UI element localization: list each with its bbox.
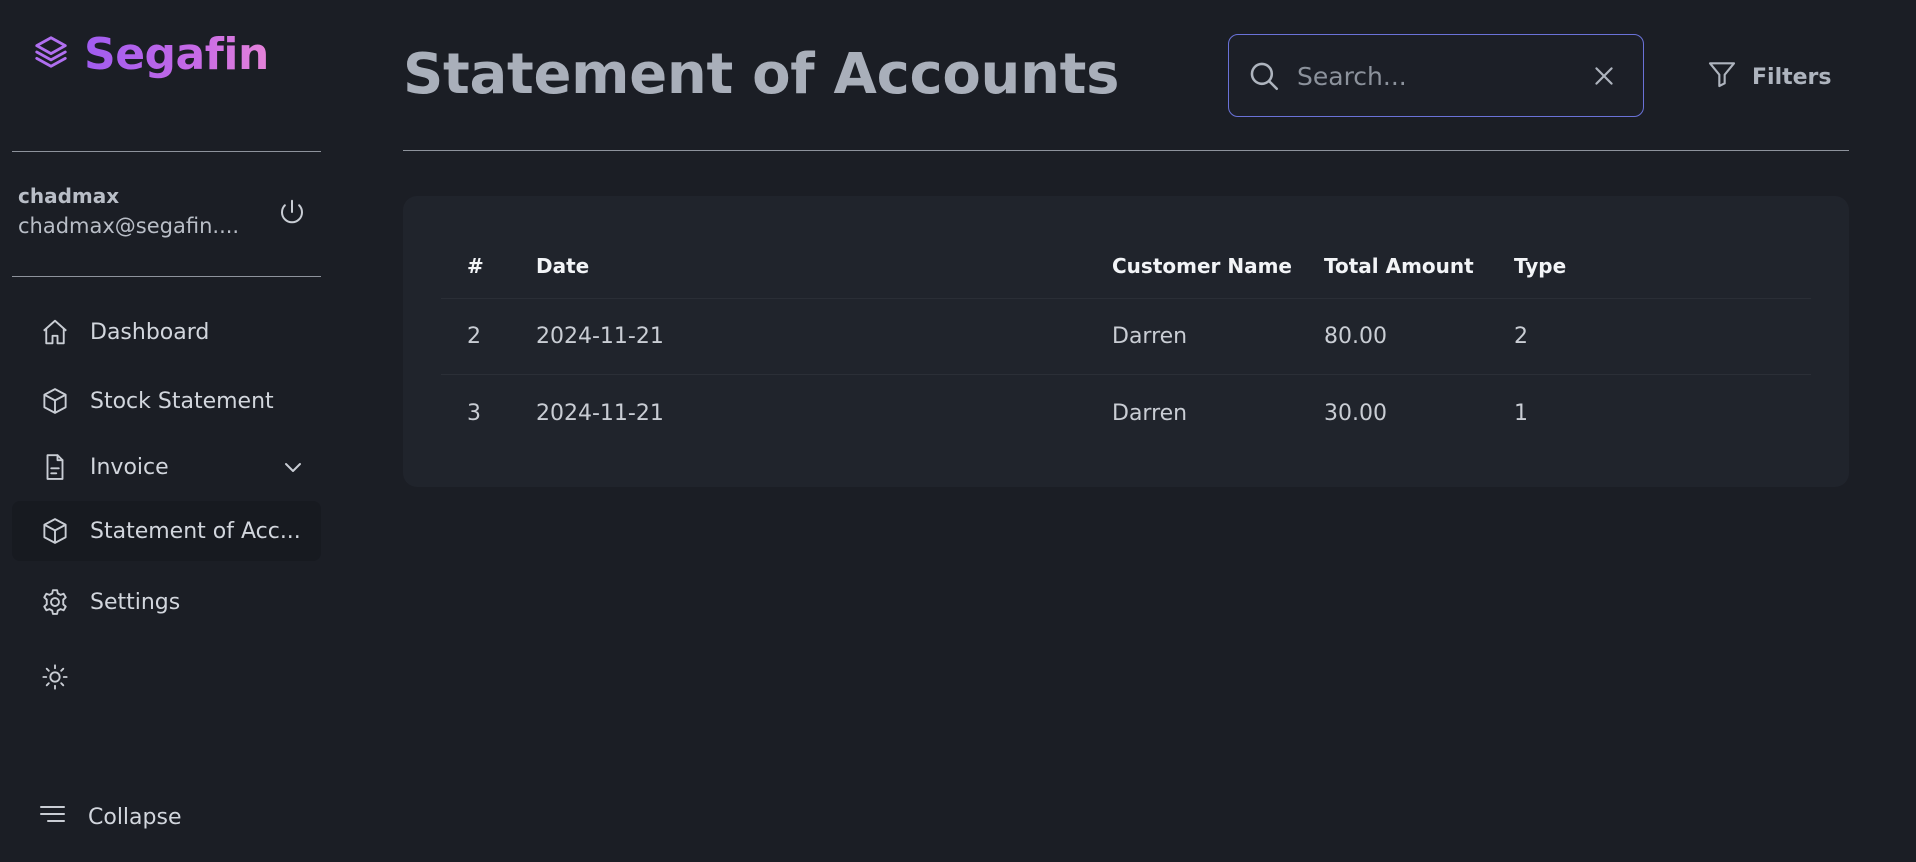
user-email: chadmax@segafin.... (18, 214, 240, 238)
theme-toggle[interactable] (12, 647, 321, 707)
chevron-down-icon[interactable] (281, 455, 305, 485)
sidebar-divider (12, 276, 321, 277)
search-box (1228, 34, 1644, 117)
file-icon (38, 450, 72, 484)
sidebar-item-statement-of-accounts[interactable]: Statement of Acc... (12, 501, 321, 561)
layers-icon (32, 33, 70, 75)
gear-icon (38, 585, 72, 619)
sidebar-item-label: Settings (90, 589, 181, 615)
column-header-number[interactable]: # (467, 234, 484, 298)
brand-logo[interactable]: Segafin (32, 26, 269, 82)
box-icon (38, 514, 72, 548)
page-title: Statement of Accounts (403, 42, 1120, 107)
sidebar: Segafin chadmax chadmax@segafin.... Dash… (0, 0, 332, 862)
table-row[interactable]: 3 2024-11-21 Darren 30.00 1 (441, 375, 1811, 451)
column-header-total-amount[interactable]: Total Amount (1324, 234, 1474, 298)
cell-type: 1 (1514, 400, 1528, 426)
collapse-button[interactable]: Collapse (38, 802, 182, 832)
logout-button[interactable] (274, 196, 310, 232)
cell-customer-name: Darren (1112, 324, 1188, 349)
column-header-customer-name[interactable]: Customer Name (1112, 234, 1292, 298)
column-header-date[interactable]: Date (536, 234, 589, 298)
sidebar-item-stock-statement[interactable]: Stock Statement (12, 371, 321, 431)
statement-table: # Date Customer Name Total Amount Type 2… (441, 234, 1811, 451)
app-root: Segafin chadmax chadmax@segafin.... Dash… (0, 0, 1916, 862)
statement-table-card: # Date Customer Name Total Amount Type 2… (403, 196, 1849, 487)
cell-total-amount: 80.00 (1324, 324, 1387, 349)
sun-icon (38, 660, 72, 694)
cell-type: 2 (1514, 324, 1528, 349)
sidebar-item-label: Stock Statement (90, 388, 274, 414)
filter-icon (1706, 58, 1738, 96)
table-row[interactable]: 2 2024-11-21 Darren 80.00 2 (441, 299, 1811, 375)
home-icon (38, 315, 72, 349)
close-icon[interactable] (1591, 63, 1617, 93)
sidebar-item-label: Dashboard (90, 319, 210, 345)
collapse-label: Collapse (88, 804, 182, 830)
power-icon (277, 197, 307, 231)
table-header-row: # Date Customer Name Total Amount Type (441, 234, 1811, 299)
search-icon (1247, 59, 1281, 97)
column-header-type[interactable]: Type (1514, 234, 1566, 298)
brand-name: Segafin (84, 28, 269, 80)
sidebar-item-dashboard[interactable]: Dashboard (12, 302, 321, 362)
cell-date: 2024-11-21 (536, 400, 664, 426)
menu-icon (38, 802, 68, 832)
cell-number: 2 (467, 324, 481, 349)
filters-label: Filters (1752, 64, 1832, 90)
cell-number: 3 (467, 400, 481, 426)
sidebar-divider (12, 151, 321, 152)
cell-customer-name: Darren (1112, 400, 1188, 426)
sidebar-item-settings[interactable]: Settings (12, 572, 321, 632)
sidebar-item-invoice[interactable]: Invoice (12, 437, 321, 497)
user-name: chadmax (18, 184, 120, 208)
cell-total-amount: 30.00 (1324, 400, 1387, 426)
header-divider (403, 150, 1849, 151)
sidebar-item-label: Statement of Acc... (90, 518, 301, 544)
cell-date: 2024-11-21 (536, 324, 664, 349)
user-profile: chadmax chadmax@segafin.... (18, 182, 318, 250)
search-input[interactable] (1297, 55, 1577, 97)
box-icon (38, 384, 72, 418)
filters-button[interactable]: Filters (1706, 58, 1832, 96)
sidebar-item-label: Invoice (90, 454, 169, 480)
